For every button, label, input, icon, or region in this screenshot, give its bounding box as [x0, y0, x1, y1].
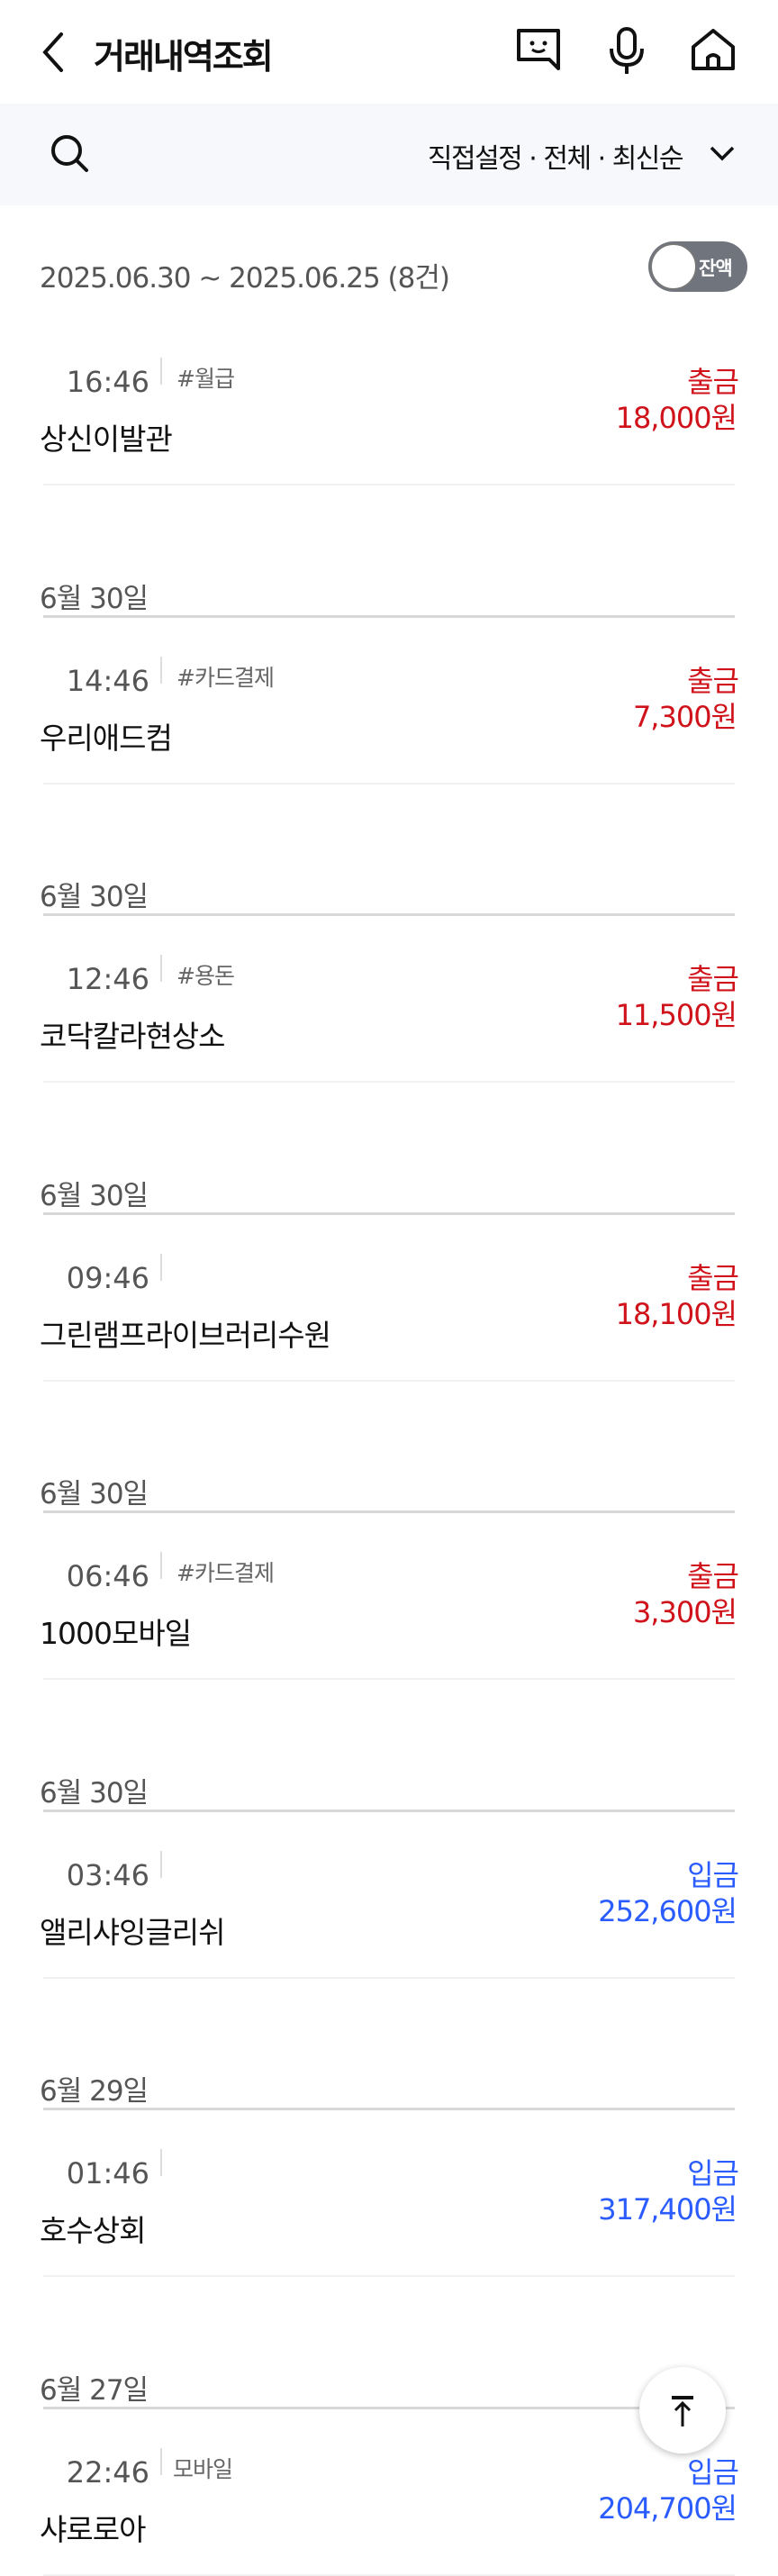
date-range: 2025.06.30 ~ 2025.06.25 (8건)	[40, 262, 450, 295]
date-header: 6월 30일	[40, 582, 149, 615]
transaction-name: 상신이발관	[40, 422, 173, 457]
filter-settings-button[interactable]: 직접설정 · 전체 · 최신순	[428, 136, 684, 176]
date-divider	[43, 614, 735, 618]
scroll-to-top-button[interactable]	[639, 2367, 726, 2454]
toggle-knob	[650, 243, 697, 290]
transaction-tag[interactable]: 모바일	[173, 2452, 233, 2484]
transaction-amount: 204,700원	[598, 2490, 737, 2526]
date-header: 6월 30일	[40, 1776, 149, 1810]
date-divider	[43, 1510, 735, 1513]
transaction-time: 03:46	[66, 1857, 149, 1892]
item-separator	[43, 1379, 735, 1382]
time-divider	[160, 2447, 162, 2475]
date-divider	[43, 1211, 735, 1215]
search-icon[interactable]	[47, 131, 94, 177]
transaction-name: 1000모바일	[40, 1616, 192, 1651]
transaction-amount: 11,500원	[615, 998, 737, 1032]
item-separator	[43, 1081, 735, 1083]
transaction-name: 호수상회	[40, 2213, 146, 2248]
time-divider	[160, 1850, 162, 1878]
transaction-name: 샤로로아	[40, 2511, 146, 2547]
arrow-up-icon	[672, 2396, 693, 2426]
date-header: 6월 30일	[40, 1179, 149, 1212]
item-separator	[43, 1976, 735, 1979]
filter-bar: 직접설정 · 전체 · 최신순	[0, 104, 778, 205]
balance-toggle[interactable]: 잔액	[648, 241, 747, 292]
transaction-amount: 3,300원	[632, 1595, 737, 1629]
item-separator	[43, 2275, 735, 2277]
date-header: 6월 30일	[40, 1478, 149, 1510]
transaction-time: 09:46	[66, 1260, 149, 1295]
transaction-tag[interactable]: #카드결제	[176, 1556, 275, 1588]
transaction-time: 12:46	[66, 962, 149, 996]
transaction-amount: 18,100원	[615, 1296, 737, 1331]
time-divider	[160, 1253, 162, 1281]
microphone-icon[interactable]	[602, 25, 652, 76]
item-separator	[43, 782, 735, 785]
transaction-name: 그린램프라이브러리수원	[40, 1317, 331, 1353]
date-header: 6월 29일	[40, 2075, 149, 2108]
time-divider	[160, 955, 162, 982]
date-divider	[43, 2108, 735, 2110]
transaction-tag[interactable]: #카드결제	[176, 660, 275, 693]
time-divider	[160, 656, 162, 684]
transaction-amount: 252,600원	[598, 1893, 737, 1928]
transaction-time: 22:46	[66, 2454, 149, 2490]
item-separator	[43, 1678, 735, 1680]
transaction-tag[interactable]: #용돈	[176, 958, 235, 991]
date-header: 6월 27일	[40, 2373, 149, 2407]
app-header: 거래내역조회	[0, 0, 778, 104]
transaction-name: 우리애드컴	[40, 720, 173, 756]
time-divider	[160, 1552, 162, 1579]
balance-toggle-label: 잔액	[699, 258, 733, 279]
item-separator	[43, 484, 735, 485]
transaction-time: 01:46	[66, 2156, 149, 2191]
date-divider	[43, 2406, 735, 2409]
transaction-time: 14:46	[66, 663, 149, 698]
time-divider	[160, 358, 162, 385]
time-divider	[160, 2149, 162, 2176]
chatbot-icon[interactable]	[513, 25, 564, 76]
home-icon[interactable]	[688, 25, 738, 76]
date-header: 6월 30일	[40, 881, 149, 913]
date-divider	[43, 1809, 735, 1812]
item-separator	[43, 2573, 735, 2576]
transaction-time: 16:46	[66, 365, 149, 399]
transaction-time: 06:46	[66, 1559, 149, 1593]
transaction-name: 앨리샤잉글리쉬	[40, 1914, 226, 1950]
transaction-amount: 7,300원	[632, 699, 737, 734]
transaction-name: 코닥칼라현상소	[40, 1019, 226, 1054]
page-title: 거래내역조회	[94, 37, 274, 77]
transaction-amount: 18,000원	[615, 401, 737, 435]
date-divider	[43, 913, 735, 916]
chevron-down-icon[interactable]	[706, 140, 738, 167]
back-icon[interactable]	[36, 31, 72, 74]
transaction-amount: 317,400원	[598, 2192, 737, 2227]
transaction-tag[interactable]: #월급	[176, 361, 235, 394]
